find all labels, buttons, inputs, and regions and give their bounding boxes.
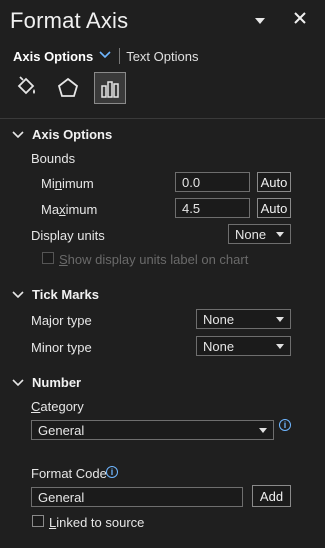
pane-title: Format Axis — [10, 8, 129, 33]
minimum-auto-button[interactable]: Auto — [257, 172, 291, 192]
major-type-label: Major type — [31, 313, 92, 328]
close-icon[interactable] — [293, 11, 307, 28]
caret-down-icon — [276, 343, 284, 349]
chevron-down-icon — [12, 130, 26, 139]
minor-type-value: None — [203, 338, 235, 354]
tab-axis-options[interactable]: Axis Options — [13, 49, 93, 64]
chevron-down-icon[interactable] — [99, 50, 111, 62]
section-axis-options[interactable]: Axis Options — [12, 127, 112, 142]
maximum-label: Maximum — [41, 202, 98, 217]
linked-to-source-label: Linked to source — [49, 515, 145, 530]
caret-down-icon — [276, 231, 284, 237]
maximum-auto-button[interactable]: Auto — [257, 198, 291, 218]
major-type-select[interactable]: None — [196, 309, 291, 329]
bounds-label: Bounds — [31, 151, 76, 166]
fill-line-icon[interactable] — [10, 72, 42, 104]
chevron-down-icon — [12, 290, 26, 299]
axis-options-bar-chart-icon[interactable] — [94, 72, 126, 104]
category-select[interactable]: General — [31, 420, 274, 440]
show-units-label: Show display units label on chart — [59, 252, 249, 267]
tab-separator — [119, 48, 121, 64]
caret-down-icon — [259, 427, 267, 433]
format-code-label: Format Code — [31, 466, 107, 481]
section-label: Number — [32, 375, 82, 390]
format-code-input[interactable]: General — [31, 487, 243, 507]
linked-to-source-checkbox[interactable] — [32, 515, 44, 527]
minor-type-label: Minor type — [31, 340, 92, 355]
display-units-label: Display units — [31, 228, 105, 243]
minimum-input[interactable]: 0.0 — [175, 172, 250, 192]
caret-down-icon — [276, 316, 284, 322]
section-number[interactable]: Number — [12, 375, 81, 390]
chevron-down-icon — [12, 378, 26, 387]
maximum-input[interactable]: 4.5 — [175, 198, 250, 218]
add-button[interactable]: Add — [252, 485, 291, 507]
caret-down-icon[interactable] — [254, 14, 266, 29]
display-units-value: None — [235, 226, 267, 242]
minor-type-select[interactable]: None — [196, 336, 291, 356]
display-units-select[interactable]: None — [228, 224, 291, 244]
section-label: Axis Options — [32, 127, 113, 142]
effects-pentagon-icon[interactable] — [52, 72, 84, 104]
minimum-label: Minimum — [41, 176, 94, 191]
category-label: Category — [31, 399, 84, 414]
section-label: Tick Marks — [32, 287, 99, 302]
info-icon[interactable]: i — [279, 419, 291, 431]
category-icons — [10, 72, 136, 104]
tab-text-options[interactable]: Text Options — [126, 49, 198, 64]
show-units-checkbox[interactable] — [42, 252, 54, 264]
divider — [0, 118, 325, 119]
info-icon[interactable]: i — [106, 466, 118, 478]
major-type-value: None — [203, 311, 235, 327]
options-tabs: Axis Options Text Options — [13, 46, 198, 66]
section-tick-marks[interactable]: Tick Marks — [12, 287, 99, 302]
category-value: General — [38, 422, 85, 438]
